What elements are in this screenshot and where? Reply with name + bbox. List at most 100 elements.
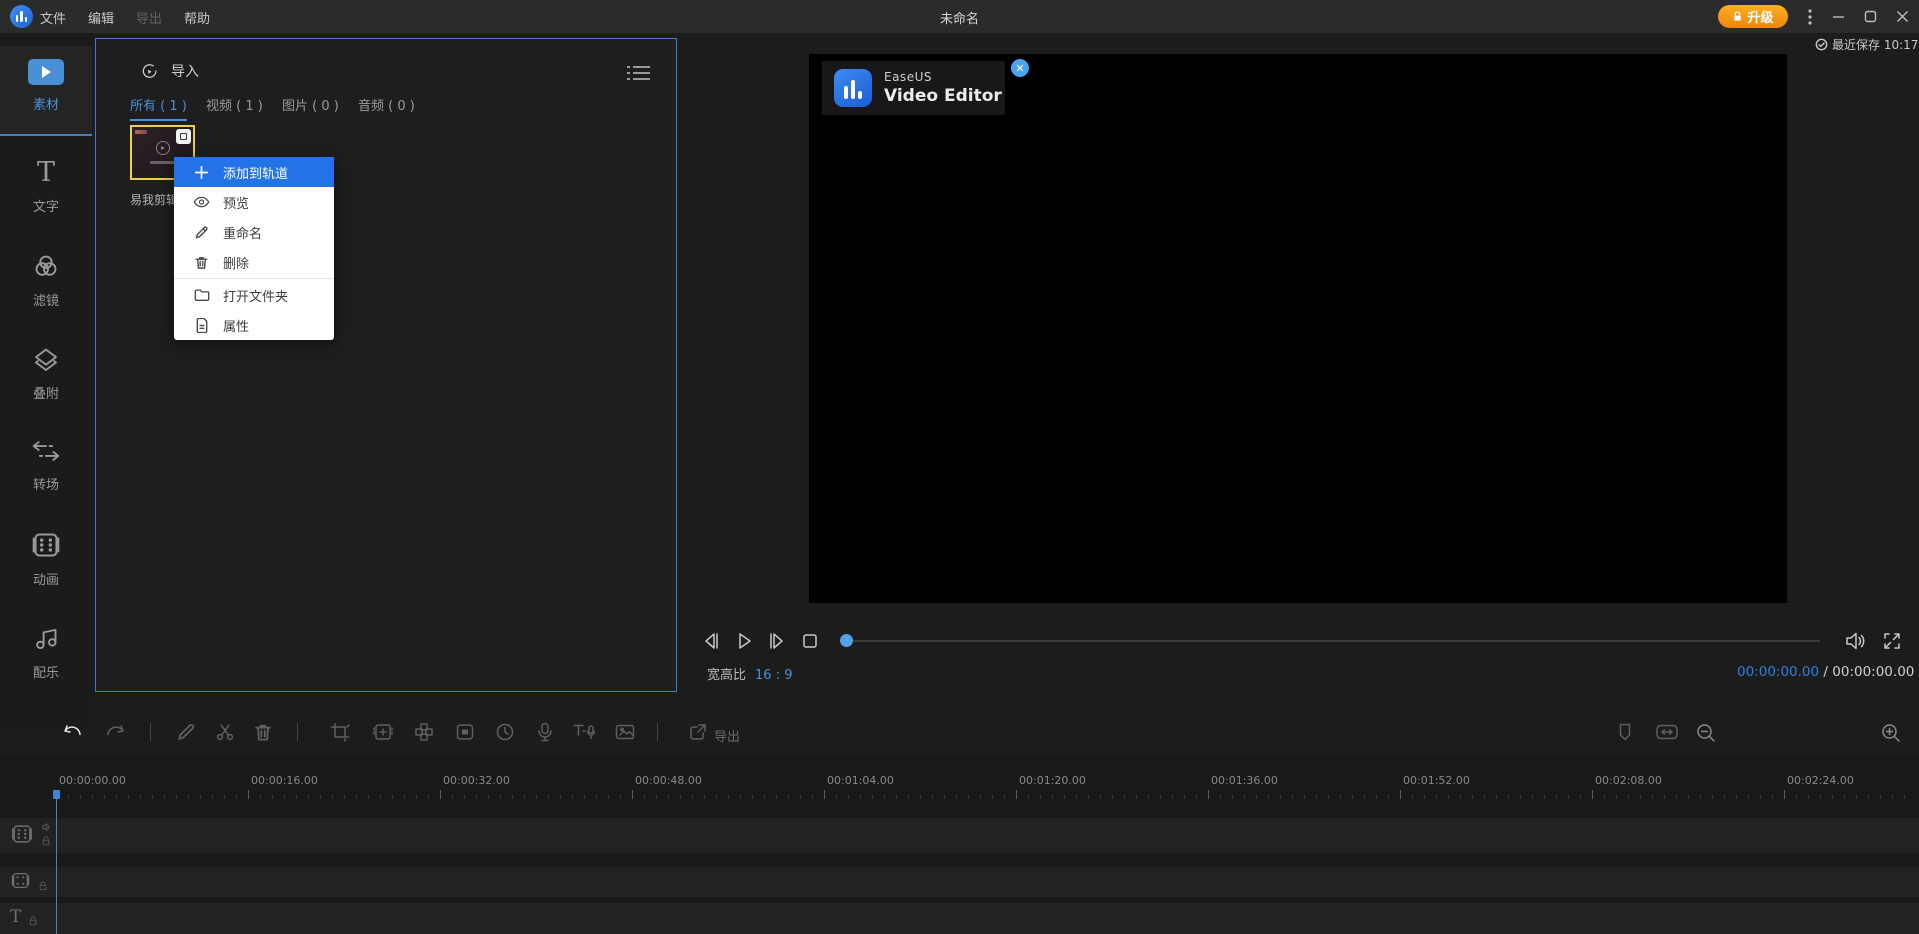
lock-icon bbox=[1734, 11, 1742, 21]
maximize-button[interactable] bbox=[1855, 0, 1885, 33]
thumbnail-play-logo-icon bbox=[155, 141, 170, 155]
context-item-label: 删除 bbox=[223, 256, 250, 272]
context-item-preview[interactable]: 预览 bbox=[174, 187, 334, 217]
thumbnail-caption-line bbox=[149, 161, 176, 164]
voiceover-mic-icon[interactable] bbox=[536, 722, 554, 743]
context-item-properties[interactable]: 属性 bbox=[174, 310, 334, 340]
playhead-handle[interactable] bbox=[53, 790, 60, 799]
export-icon[interactable] bbox=[688, 722, 708, 742]
volume-button[interactable] bbox=[1843, 630, 1867, 652]
saved-check-icon bbox=[1815, 38, 1828, 51]
delete-trash-icon[interactable] bbox=[253, 722, 273, 742]
video-track-2[interactable] bbox=[0, 867, 1919, 897]
crop-icon[interactable] bbox=[330, 722, 350, 742]
menu-file[interactable]: 文件 bbox=[40, 8, 66, 27]
watermark-close-icon[interactable]: ✕ bbox=[1011, 59, 1029, 77]
tab-video[interactable]: 视频 ( 1 ) bbox=[206, 95, 263, 119]
timecode-separator: / bbox=[1823, 664, 1828, 680]
ruler-label: 00:00:16.00 bbox=[251, 774, 318, 787]
playhead[interactable] bbox=[53, 790, 60, 934]
sidebar-item-label: 动画 bbox=[32, 573, 59, 588]
sidebar-item-media[interactable]: 素材 bbox=[0, 59, 92, 113]
sidebar-item-animation[interactable]: 动画 bbox=[0, 530, 92, 588]
close-button[interactable] bbox=[1887, 0, 1917, 33]
toolbar-separator bbox=[150, 723, 151, 741]
duration-clock-icon[interactable] bbox=[495, 722, 515, 742]
menu-export: 导出 bbox=[136, 12, 163, 27]
edit-pencil-icon[interactable] bbox=[176, 722, 196, 742]
total-timecode: 00:00:00.00 bbox=[1832, 664, 1915, 680]
ruler-label: 00:02:24.00 bbox=[1787, 774, 1854, 787]
preview-progress-handle[interactable] bbox=[840, 634, 853, 647]
video-track-1[interactable] bbox=[0, 818, 1919, 853]
mosaic-icon[interactable] bbox=[414, 722, 434, 742]
pencil-icon bbox=[193, 225, 210, 240]
context-item-label: 属性 bbox=[223, 319, 250, 335]
zoom-out-icon[interactable] bbox=[1695, 722, 1717, 744]
sidebar-item-label: 转场 bbox=[32, 478, 59, 493]
easeus-watermark: EaseUS Video Editor ✕ bbox=[822, 59, 1029, 115]
export-button[interactable]: 导出 bbox=[714, 726, 740, 745]
lock-icon[interactable] bbox=[28, 916, 38, 926]
sidebar-item-text[interactable]: T 文字 bbox=[0, 159, 92, 216]
ruler-label: 00:00:00.00 bbox=[59, 774, 126, 787]
undo-icon[interactable] bbox=[62, 722, 84, 742]
import-button[interactable]: 导入 bbox=[140, 61, 199, 81]
sidebar-item-label: 配乐 bbox=[32, 666, 59, 681]
app-logo-icon bbox=[10, 5, 33, 28]
fullscreen-button[interactable] bbox=[1881, 630, 1903, 652]
properties-icon bbox=[193, 317, 210, 333]
menu-edit[interactable]: 编辑 bbox=[88, 8, 114, 27]
clip-context-menu: 添加到轨道 预览 重命名 删除 打开文件夹 属性 bbox=[174, 157, 334, 340]
list-view-toggle[interactable] bbox=[626, 63, 651, 83]
play-button[interactable] bbox=[733, 630, 755, 652]
lock-icon[interactable] bbox=[38, 881, 48, 891]
timeline-ruler[interactable]: 00:00:00.00 00:00:16.00 00:00:32.00 00:00:4… bbox=[0, 756, 1919, 800]
redo-icon[interactable] bbox=[104, 722, 126, 742]
context-item-open-folder[interactable]: 打开文件夹 bbox=[174, 280, 334, 310]
context-item-rename[interactable]: 重命名 bbox=[174, 217, 334, 247]
text-to-speech-icon[interactable] bbox=[572, 722, 598, 742]
equalizer-bars bbox=[15, 11, 28, 22]
more-options-button[interactable] bbox=[1795, 0, 1825, 33]
ruler-label: 00:00:48.00 bbox=[635, 774, 702, 787]
marker-icon[interactable] bbox=[1616, 722, 1634, 742]
snapshot-icon[interactable] bbox=[614, 722, 636, 742]
zoom-in-icon[interactable] bbox=[1880, 722, 1902, 744]
preview-progress-bar[interactable] bbox=[852, 640, 1820, 642]
sidebar-item-label: 滤镜 bbox=[32, 294, 59, 309]
tab-image[interactable]: 图片 ( 0 ) bbox=[282, 95, 339, 119]
toolbar-separator bbox=[297, 723, 298, 741]
sidebar-item-filter[interactable]: 滤镜 bbox=[0, 251, 92, 309]
track-2-header bbox=[10, 870, 48, 891]
tab-audio[interactable]: 音频 ( 0 ) bbox=[358, 95, 415, 119]
context-item-add-to-track[interactable]: 添加到轨道 bbox=[174, 157, 334, 187]
current-timecode: 00:00:00.00 bbox=[1737, 664, 1820, 680]
sidebar-item-music[interactable]: 配乐 bbox=[0, 623, 92, 681]
toolbar-separator bbox=[657, 723, 658, 741]
minimize-button[interactable] bbox=[1823, 0, 1853, 33]
text-track[interactable] bbox=[0, 903, 1919, 934]
prev-frame-button[interactable] bbox=[700, 630, 722, 652]
sidebar-item-transition[interactable]: 转场 bbox=[0, 437, 92, 493]
aspect-ratio-value[interactable]: 16 : 9 bbox=[755, 668, 792, 683]
menu-help[interactable]: 帮助 bbox=[184, 8, 210, 27]
tab-all[interactable]: 所有 ( 1 ) bbox=[130, 95, 187, 121]
lock-icon[interactable] bbox=[41, 836, 51, 846]
pip-icon[interactable] bbox=[455, 722, 475, 742]
sidebar-item-label: 素材 bbox=[32, 98, 59, 113]
aspect-ratio-label: 宽高比 bbox=[707, 668, 747, 683]
upgrade-label: 升级 bbox=[1747, 11, 1774, 26]
clip-select-checkbox[interactable] bbox=[176, 129, 191, 144]
context-item-delete[interactable]: 删除 bbox=[174, 247, 334, 277]
sidebar-item-overlay[interactable]: 叠附 bbox=[0, 344, 92, 402]
speaker-icon[interactable] bbox=[41, 822, 52, 832]
next-frame-button[interactable] bbox=[766, 630, 788, 652]
sidebar-item-label: 文字 bbox=[32, 200, 59, 215]
upgrade-button[interactable]: 升级 bbox=[1718, 5, 1788, 28]
left-sidebar: 素材 T 文字 滤镜 叠附 转场 动画 配乐 bbox=[0, 33, 92, 728]
stop-button[interactable] bbox=[800, 630, 820, 652]
cut-scissors-icon[interactable] bbox=[215, 722, 235, 742]
fit-timeline-icon[interactable] bbox=[1655, 722, 1679, 742]
freeze-frame-icon[interactable] bbox=[372, 722, 394, 742]
